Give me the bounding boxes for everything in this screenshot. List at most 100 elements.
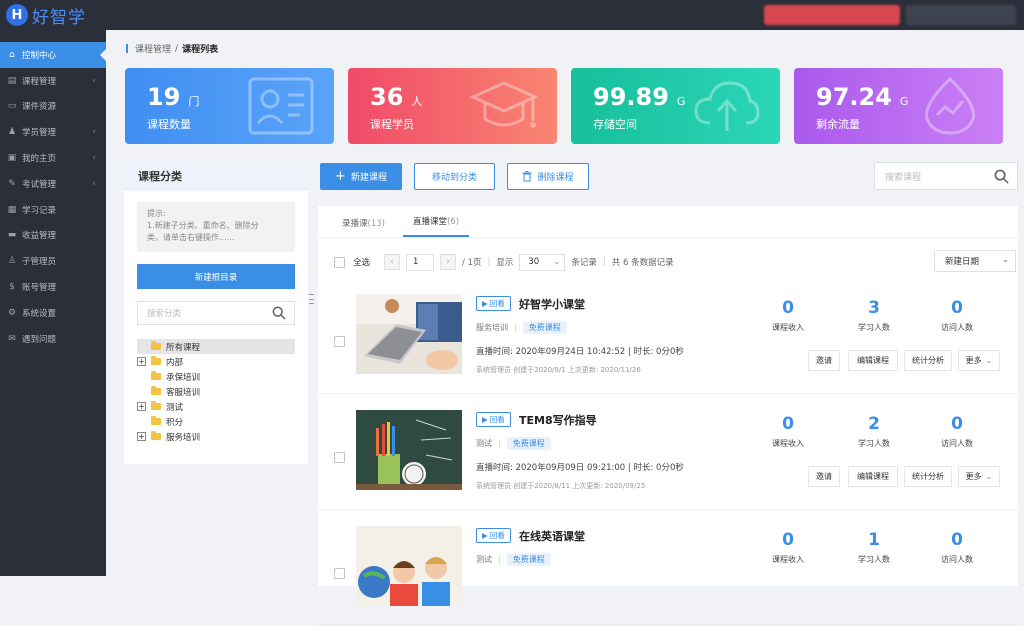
tab-live[interactable]: 直播课堂(6) [402, 215, 470, 237]
stat-visitors-value: 0 [951, 530, 963, 550]
breadcrumb-current: 课程列表 [182, 45, 219, 55]
play-icon: ▶ [482, 299, 488, 308]
chevron-down-icon: ⌄ [1001, 255, 1009, 265]
stat-learners-value: 3 [868, 298, 880, 318]
new-root-category-button[interactable]: 新建根目录 [137, 264, 295, 289]
sidebar-item-4[interactable]: ▣ 我的主页 ‹ [0, 145, 106, 171]
course-category: 服务培训 [476, 323, 508, 332]
more-button[interactable]: 更多 ⌄ [958, 350, 1000, 371]
sidebar-item-label: 系统设置 [22, 308, 57, 319]
replay-badge[interactable]: ▶ 回看 [476, 412, 511, 427]
search-icon[interactable] [994, 169, 1009, 184]
page-input[interactable]: 1 [406, 253, 435, 271]
new-course-button[interactable]: + 新建课程 [320, 163, 402, 190]
tree-node[interactable]: 客服培训 [137, 384, 295, 399]
analytics-button[interactable]: 统计分析 [904, 466, 952, 487]
course-checkbox[interactable] [334, 452, 345, 463]
course-thumbnail[interactable] [356, 410, 462, 490]
tab-recorded[interactable]: 录播课(13) [332, 217, 395, 237]
blurred-account-menu[interactable] [906, 5, 1016, 25]
sidebar-item-9[interactable]: $ 账号管理 [0, 274, 106, 300]
sidebar-item-3[interactable]: ♟ 学员管理 ‹ [0, 119, 106, 145]
course-title[interactable]: 好智学小课堂 [519, 296, 585, 312]
tree-node[interactable]: + 测试 [137, 399, 295, 414]
course-title[interactable]: TEM8写作指导 [519, 412, 597, 428]
sidebar-item-5[interactable]: ✎ 考试管理 ‹ [0, 171, 106, 197]
logo-text: 好智学 [32, 7, 86, 28]
app-logo[interactable]: H 好智学 [6, 4, 86, 28]
move-to-category-button[interactable]: 移动到分类 [414, 163, 495, 190]
expand-icon[interactable]: + [137, 432, 146, 441]
record-icon: ▦ [7, 204, 17, 215]
stat-revenue: 0 课程收入 [758, 298, 818, 333]
records-label: 条记录 [571, 258, 597, 268]
sidebar-item-6[interactable]: ▦ 学习记录 [0, 197, 106, 223]
stat-learners-label: 学习人数 [858, 555, 890, 564]
chevron-left-icon: ‹ [92, 178, 96, 189]
stat-revenue-label: 课程收入 [772, 323, 804, 332]
gear-icon: ⚙ [7, 307, 17, 318]
sort-select[interactable]: 新建日期 ⌄ [934, 250, 1016, 272]
breadcrumb-parent[interactable]: 课程管理 [135, 42, 171, 55]
analytics-button[interactable]: 统计分析 [904, 350, 952, 371]
stat-learners: 2 学习人数 [844, 414, 904, 449]
select-all-checkbox[interactable] [334, 256, 345, 268]
sidebar-item-10[interactable]: ⚙ 系统设置 [0, 300, 106, 326]
sidebar-item-7[interactable]: ▬ 收益管理 [0, 223, 106, 249]
edit-course-button[interactable]: 编辑课程 [848, 350, 898, 371]
expand-icon[interactable]: + [137, 402, 146, 411]
invite-button[interactable]: 邀请 [808, 466, 840, 487]
stat-learners-label: 学习人数 [858, 323, 890, 332]
sidebar-item-8[interactable]: ♙ 子管理员 [0, 248, 106, 274]
profile-card-icon [248, 77, 314, 135]
sidebar-item-2[interactable]: ▭ 课件资源 [0, 94, 106, 120]
delete-course-button[interactable]: 删除课程 [507, 163, 589, 190]
course-row: ▶ 回看 TEM8写作指导 测试 | 免费课程 直播时间: 2020年09月09日 09:2… [318, 410, 1018, 510]
stat-card-courses: 19 门 课程数量 [125, 68, 334, 144]
folder-icon [151, 401, 161, 410]
course-search-input[interactable]: 搜索课程 [874, 162, 1018, 190]
sidebar-item-0[interactable]: ⌂ 控制中心 [0, 42, 106, 68]
blurred-user-info[interactable] [764, 5, 900, 25]
panel-resize-handle[interactable] [309, 294, 314, 304]
next-page-button[interactable]: › [440, 254, 457, 270]
stat-revenue-label: 课程收入 [772, 439, 804, 448]
select-all-label: 全选 [353, 258, 371, 268]
replay-badge[interactable]: ▶ 回看 [476, 296, 511, 311]
tree-node[interactable]: + 内部 [137, 354, 295, 369]
expand-icon[interactable]: + [137, 357, 146, 366]
replay-badge[interactable]: ▶ 回看 [476, 528, 511, 543]
tree-node-label: 测试 [166, 402, 184, 413]
stat-visitors-label: 访问人数 [941, 323, 973, 332]
page-size-select[interactable]: 30 ⌄ [519, 253, 566, 271]
sidebar-item-label: 收益管理 [22, 231, 57, 242]
tree-node[interactable]: + 服务培训 [137, 429, 295, 444]
category-search-input[interactable]: 搜索分类 [137, 301, 295, 325]
course-thumbnail[interactable] [356, 526, 462, 606]
sidebar-item-label: 我的主页 [22, 154, 57, 165]
chevron-left-icon: ‹ [92, 75, 96, 86]
tree-node[interactable]: 所有课程 [137, 339, 295, 354]
course-count-label: 课程数量 [147, 118, 191, 131]
edit-course-button[interactable]: 编辑课程 [848, 466, 898, 487]
sidebar-item-1[interactable]: ▤ 课程管理 ‹ [0, 68, 106, 94]
sidebar-item-11[interactable]: ✉ 遇到问题 [0, 326, 106, 352]
course-tabs: 录播课(13) 直播课堂(6) [318, 206, 1018, 238]
course-thumbnail[interactable] [356, 294, 462, 374]
course-checkbox[interactable] [334, 568, 345, 579]
search-icon[interactable] [272, 306, 286, 320]
storage-value: 99.89 [593, 83, 669, 111]
course-checkbox[interactable] [334, 336, 345, 347]
tree-node[interactable]: 积分 [137, 414, 295, 429]
stat-card-storage: 99.89 G 存储空间 [571, 68, 780, 144]
tip-line: 类，请单击右键操作...... [147, 233, 235, 242]
chevron-down-icon: ⌄ [985, 356, 993, 365]
prev-page-button[interactable]: ‹ [384, 254, 401, 270]
tree-node[interactable]: 承保培训 [137, 369, 295, 384]
stat-learners-label: 学习人数 [858, 439, 890, 448]
more-button[interactable]: 更多 ⌄ [958, 466, 1000, 487]
course-row: ▶ 回看 好智学小课堂 服务培训 | 免费课程 直播时间: 2020年09月24日 10:4… [318, 294, 1018, 394]
invite-button[interactable]: 邀请 [808, 350, 840, 371]
course-title[interactable]: 在线英语课堂 [519, 528, 585, 544]
sidebar-item-label: 课程管理 [22, 76, 57, 87]
